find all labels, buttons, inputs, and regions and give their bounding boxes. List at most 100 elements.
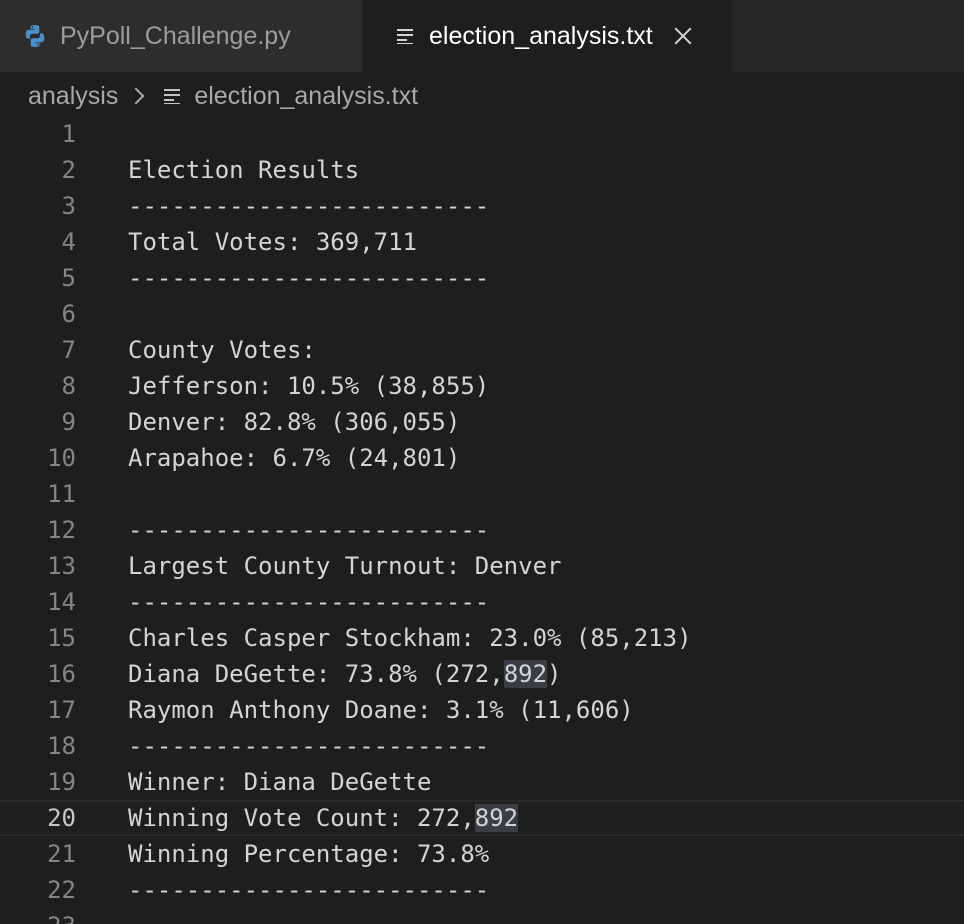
code-line[interactable]: 13 Largest County Turnout: Denver (0, 548, 964, 584)
line-number: 16 (47, 660, 76, 688)
tab-pypoll-challenge[interactable]: PyPoll_Challenge.py (0, 0, 362, 72)
line-number: 15 (47, 624, 76, 652)
line-text-segment: ------------------------- (128, 192, 490, 220)
line-text-segment: ) (547, 660, 562, 688)
line-text-segment: Largest County Turnout: Denver (128, 552, 562, 580)
python-icon (25, 25, 45, 47)
line-number: 10 (47, 444, 76, 472)
tab-election-analysis[interactable]: election_analysis.txt (363, 0, 732, 72)
line-number: 2 (61, 156, 76, 184)
line-text: Arapahoe: 6.7% (24,801) (128, 440, 460, 476)
line-number: 7 (61, 336, 76, 364)
line-text: Denver: 82.8% (306,055) (128, 404, 460, 440)
code-area[interactable]: 1 2 Election Results 3 ---------------------… (0, 116, 964, 924)
line-number: 13 (47, 552, 76, 580)
code-line[interactable]: 18 ------------------------- (0, 728, 964, 764)
line-text-segment: Diana DeGette: 73.8% (272, (128, 660, 504, 688)
code-line[interactable]: 15 Charles Casper Stockham: 23.0% (85,213… (0, 620, 964, 656)
line-text-segment: ------------------------- (128, 588, 490, 616)
line-text: Winning Vote Count: 272,892 (128, 802, 519, 834)
text-file-icon (397, 28, 415, 44)
code-line[interactable]: 14 ------------------------- (0, 584, 964, 620)
text-file-icon (164, 88, 182, 104)
code-line[interactable]: 10 Arapahoe: 6.7% (24,801) (0, 440, 964, 476)
line-text-segment: Winner: Diana DeGette (128, 768, 432, 796)
code-editor-window: PyPoll_Challenge.py election_analysis.tx… (0, 0, 964, 924)
line-text-segment: ------------------------- (128, 516, 490, 544)
line-text: County Votes: (128, 332, 316, 368)
line-number: 14 (47, 588, 76, 616)
close-tab-icon[interactable] (673, 26, 693, 46)
code-line[interactable]: 21 Winning Percentage: 73.8% (0, 836, 964, 872)
line-text-segment: Winning Vote Count: 272, (128, 804, 475, 832)
selection-highlight: 892 (474, 804, 519, 832)
line-text: ------------------------- (128, 260, 489, 296)
line-text: Charles Casper Stockham: 23.0% (85,213) (128, 620, 692, 656)
line-number: 6 (61, 300, 76, 328)
line-text: Diana DeGette: 73.8% (272,892) (128, 656, 562, 692)
code-line[interactable]: 6 (0, 296, 964, 332)
line-text: ------------------------- (128, 728, 489, 764)
line-text: ------------------------- (128, 512, 489, 548)
line-number: 9 (61, 408, 76, 436)
line-text: Election Results (128, 152, 359, 188)
tab-label: election_analysis.txt (429, 21, 653, 50)
line-text: ------------------------- (128, 584, 489, 620)
breadcrumb-folder[interactable]: analysis (28, 82, 118, 111)
code-line[interactable]: 4 Total Votes: 369,711 (0, 224, 964, 260)
line-number: 3 (61, 192, 76, 220)
line-number: 8 (61, 372, 76, 400)
breadcrumb: analysis election_analysis.txt (28, 72, 418, 120)
line-number: 21 (47, 840, 76, 868)
tab-bar: PyPoll_Challenge.py election_analysis.tx… (0, 0, 964, 72)
breadcrumb-file[interactable]: election_analysis.txt (194, 82, 418, 111)
line-number: 19 (47, 768, 76, 796)
line-text: Raymon Anthony Doane: 3.1% (11,606) (128, 692, 634, 728)
line-text-segment: ------------------------- (128, 876, 490, 904)
code-line[interactable]: 11 (0, 476, 964, 512)
line-number: 4 (61, 228, 76, 256)
code-line[interactable]: 22 ------------------------- (0, 872, 964, 908)
code-line[interactable]: 2 Election Results (0, 152, 964, 188)
line-number: 1 (61, 120, 76, 148)
line-text: Total Votes: 369,711 (128, 224, 417, 260)
code-line[interactable]: 19 Winner: Diana DeGette (0, 764, 964, 800)
line-text: Winning Percentage: 73.8% (128, 836, 489, 872)
code-line[interactable]: 23 (0, 908, 964, 924)
code-line[interactable]: 5 ------------------------- (0, 260, 964, 296)
tab-label: PyPoll_Challenge.py (60, 21, 291, 50)
line-text: Winner: Diana DeGette (128, 764, 431, 800)
line-text-segment: ------------------------- (128, 732, 490, 760)
selection-highlight: 892 (503, 660, 548, 688)
line-text: Jefferson: 10.5% (38,855) (128, 368, 489, 404)
code-line[interactable]: 20 Winning Vote Count: 272,892 (0, 800, 964, 836)
line-text-segment: Denver: 82.8% (306,055) (128, 408, 461, 436)
line-number: 12 (47, 516, 76, 544)
line-number: 22 (47, 876, 76, 904)
code-line[interactable]: 7 County Votes: (0, 332, 964, 368)
code-line[interactable]: 16 Diana DeGette: 73.8% (272,892) (0, 656, 964, 692)
code-line[interactable]: 1 (0, 116, 964, 152)
line-number: 11 (47, 480, 76, 508)
line-number: 18 (47, 732, 76, 760)
line-text-segment: Arapahoe: 6.7% (24,801) (128, 444, 461, 472)
line-number: 17 (47, 696, 76, 724)
line-text-segment: Total Votes: 369,711 (128, 228, 417, 256)
line-number: 23 (16, 908, 76, 924)
line-text-segment: Raymon Anthony Doane: 3.1% (11,606) (128, 696, 634, 724)
code-line[interactable]: 12 ------------------------- (0, 512, 964, 548)
code-line[interactable]: 8 Jefferson: 10.5% (38,855) (0, 368, 964, 404)
code-line[interactable]: 9 Denver: 82.8% (306,055) (0, 404, 964, 440)
line-text-segment: ------------------------- (128, 264, 490, 292)
line-text-segment: Charles Casper Stockham: 23.0% (85,213) (128, 624, 692, 652)
line-text: ------------------------- (128, 872, 489, 908)
line-text-segment: Jefferson: 10.5% (38,855) (128, 372, 490, 400)
line-number: 20 (47, 804, 76, 832)
line-text-segment: County Votes: (128, 336, 316, 364)
line-number: 5 (61, 264, 76, 292)
chevron-right-icon (127, 87, 145, 105)
code-line[interactable]: 3 ------------------------- (0, 188, 964, 224)
line-text-segment: Election Results (128, 156, 360, 184)
line-text: ------------------------- (128, 188, 489, 224)
code-line[interactable]: 17 Raymon Anthony Doane: 3.1% (11,606) (0, 692, 964, 728)
